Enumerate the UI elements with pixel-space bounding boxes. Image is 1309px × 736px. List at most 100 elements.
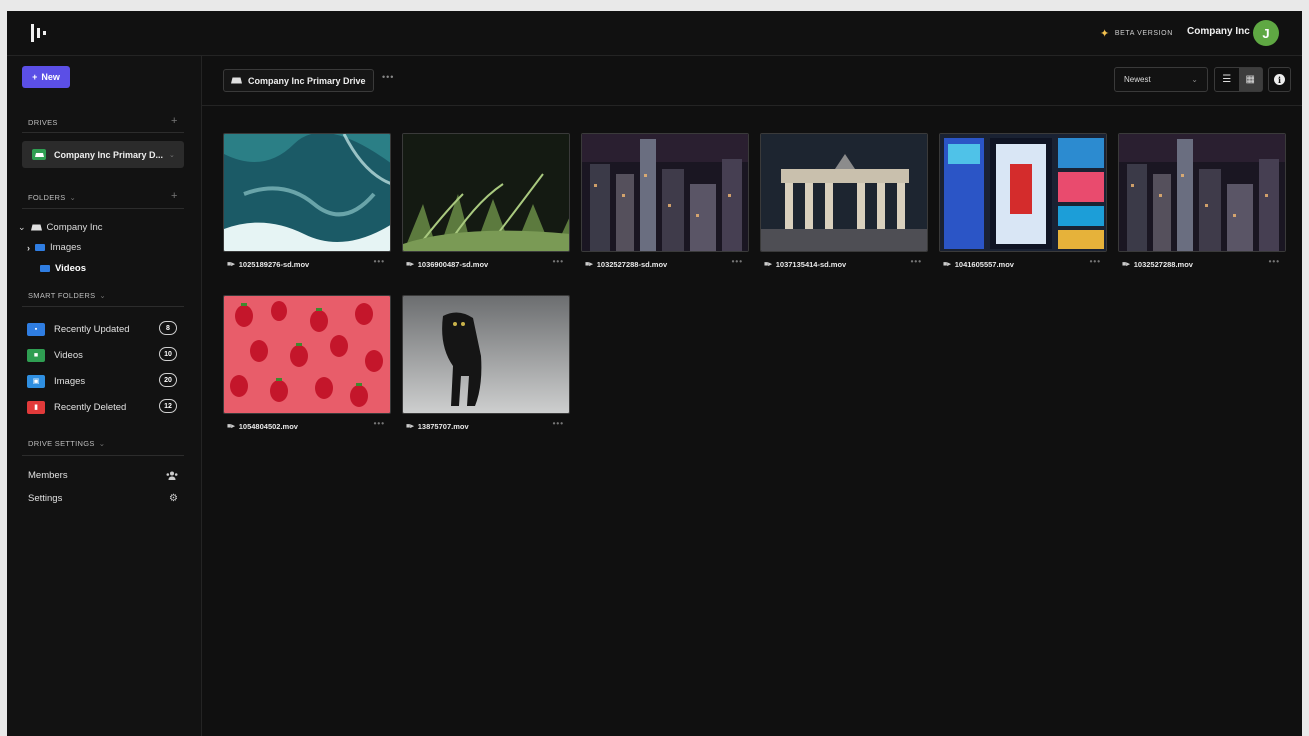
file-card[interactable]: ■▸ 1032527288-sd.mov •••: [581, 133, 749, 271]
more-options-icon[interactable]: •••: [382, 72, 394, 82]
file-name: 13875707.mov: [417, 421, 469, 431]
smart-folder-recently-updated[interactable]: ▪ Recently Updated 8: [27, 321, 177, 337]
gear-icon: ⚙: [169, 493, 178, 504]
file-card[interactable]: ■▸ 1032527288.mov •••: [1118, 133, 1286, 271]
sparkle-icon: ✦: [1100, 28, 1110, 40]
drive-settings-heading[interactable]: DRIVE SETTINGS ⌄: [28, 439, 105, 448]
video-thumbnail-gate[interactable]: [760, 133, 928, 252]
more-options-icon[interactable]: •••: [1090, 257, 1101, 266]
more-options-icon[interactable]: •••: [553, 419, 564, 428]
video-folder-icon: ■: [27, 348, 45, 362]
divider: [22, 306, 184, 307]
members-label: Members: [28, 470, 68, 481]
count-badge: 10: [159, 347, 177, 361]
grid-view-icon[interactable]: ▦: [1238, 68, 1262, 91]
trash-folder-icon: ▮: [27, 400, 45, 414]
file-name: 1036900487-sd.mov: [417, 259, 489, 269]
breadcrumb-label: Company Inc Primary Drive: [248, 75, 366, 86]
chevron-right-icon[interactable]: ›: [27, 243, 30, 253]
tree-item-root[interactable]: ⌄ Company Inc: [18, 222, 103, 233]
video-file-icon: ■▸: [1122, 261, 1130, 268]
file-name: 1032527288.mov: [1133, 259, 1193, 269]
folder-icon: ▪: [27, 322, 45, 336]
tree-root-label: Company Inc: [46, 222, 103, 233]
app-window: ✦ BETA VERSION Company Inc J + New DRIVE…: [7, 11, 1302, 736]
list-view-icon[interactable]: ☰: [1215, 68, 1239, 91]
video-file-icon: ■▸: [585, 261, 593, 268]
beta-badge: ✦ BETA VERSION: [1100, 27, 1173, 40]
file-card[interactable]: ■▸ 1037135414-sd.mov •••: [760, 133, 928, 271]
file-name: 1032527288-sd.mov: [596, 259, 668, 269]
video-file-icon: ■▸: [227, 423, 235, 430]
more-options-icon[interactable]: •••: [374, 257, 385, 266]
tree-item-label: Images: [50, 242, 82, 253]
drive-icon: [231, 77, 242, 84]
file-card[interactable]: ■▸ 13875707.mov •••: [402, 295, 570, 433]
main-toolbar: Company Inc Primary Drive ••• Newest ⌄ ☰…: [202, 56, 1302, 106]
drive-icon: [30, 224, 42, 231]
chevron-down-icon[interactable]: ⌄: [169, 151, 175, 159]
tree-item-videos[interactable]: Videos: [40, 263, 86, 274]
chevron-down-icon: ⌄: [98, 439, 106, 448]
add-folder-icon[interactable]: +: [171, 190, 177, 202]
file-card[interactable]: ■▸ 1036900487-sd.mov •••: [402, 133, 570, 271]
breadcrumb[interactable]: Company Inc Primary Drive: [223, 69, 374, 92]
main-content: Company Inc Primary Drive ••• Newest ⌄ ☰…: [202, 56, 1302, 736]
folder-icon: [35, 244, 45, 251]
more-options-icon[interactable]: •••: [1269, 257, 1280, 266]
info-button[interactable]: i: [1268, 67, 1291, 92]
file-name: 1054804502.mov: [238, 421, 298, 431]
divider: [22, 132, 184, 133]
file-card[interactable]: ■▸ 1025189276-sd.mov •••: [223, 133, 391, 271]
more-options-icon[interactable]: •••: [553, 257, 564, 266]
add-drive-icon[interactable]: +: [171, 115, 177, 127]
count-badge: 12: [159, 399, 177, 413]
beta-label: BETA VERSION: [1114, 30, 1173, 37]
count-badge: 8: [159, 321, 177, 335]
tree-item-label: Videos: [55, 263, 86, 274]
avatar[interactable]: J: [1253, 20, 1279, 46]
view-toggle: ☰ ▦: [1214, 67, 1263, 92]
smart-folders-heading[interactable]: SMART FOLDERS ⌄: [28, 291, 106, 300]
app-logo[interactable]: [29, 23, 49, 43]
video-thumbnail-city[interactable]: [581, 133, 749, 252]
chevron-down-icon: ⌄: [99, 291, 106, 300]
file-name: 1037135414-sd.mov: [775, 259, 847, 269]
smart-folder-videos[interactable]: ■ Videos 10: [27, 347, 177, 363]
file-card[interactable]: ■▸ 1054804502.mov •••: [223, 295, 391, 433]
drive-settings-heading-label: DRIVE SETTINGS: [28, 439, 95, 448]
sort-select[interactable]: Newest ⌄: [1114, 67, 1208, 92]
video-thumbnail-ocean[interactable]: [223, 133, 391, 252]
sort-value: Newest: [1124, 75, 1151, 84]
new-button[interactable]: + New: [22, 66, 70, 88]
video-thumbnail-grass[interactable]: [402, 133, 570, 252]
image-folder-icon: ▣: [27, 374, 45, 388]
drive-item[interactable]: Company Inc Primary D... ⌄: [22, 141, 184, 168]
smart-folder-images[interactable]: ▣ Images 20: [27, 373, 177, 389]
divider: [22, 455, 184, 456]
video-thumbnail-city[interactable]: [1118, 133, 1286, 252]
drives-heading: DRIVES: [28, 118, 58, 127]
more-options-icon[interactable]: •••: [732, 257, 743, 266]
video-thumbnail-panther[interactable]: [402, 295, 570, 414]
chevron-down-icon[interactable]: ⌄: [18, 222, 26, 233]
smart-folder-label: Videos: [54, 349, 83, 361]
settings-link[interactable]: Settings ⚙: [28, 493, 178, 504]
more-options-icon[interactable]: •••: [911, 257, 922, 266]
tree-item-images[interactable]: › Images: [27, 242, 81, 253]
file-card[interactable]: ■▸ 1041605557.mov •••: [939, 133, 1107, 271]
folders-heading-label: FOLDERS: [28, 193, 66, 202]
video-thumbnail-strawberries[interactable]: [223, 295, 391, 414]
video-file-icon: ■▸: [764, 261, 772, 268]
members-link[interactable]: Members: [28, 470, 178, 481]
company-name[interactable]: Company Inc: [1187, 26, 1250, 37]
file-name: 1041605557.mov: [954, 259, 1014, 269]
drives-heading-label: DRIVES: [28, 118, 58, 127]
folder-icon: [40, 265, 50, 272]
folders-heading[interactable]: FOLDERS ⌄: [28, 193, 76, 202]
video-thumbnail-billboards[interactable]: [939, 133, 1107, 252]
smart-folder-recently-deleted[interactable]: ▮ Recently Deleted 12: [27, 399, 177, 415]
more-options-icon[interactable]: •••: [374, 419, 385, 428]
top-bar: ✦ BETA VERSION Company Inc J: [7, 11, 1302, 56]
members-icon: [166, 471, 178, 480]
